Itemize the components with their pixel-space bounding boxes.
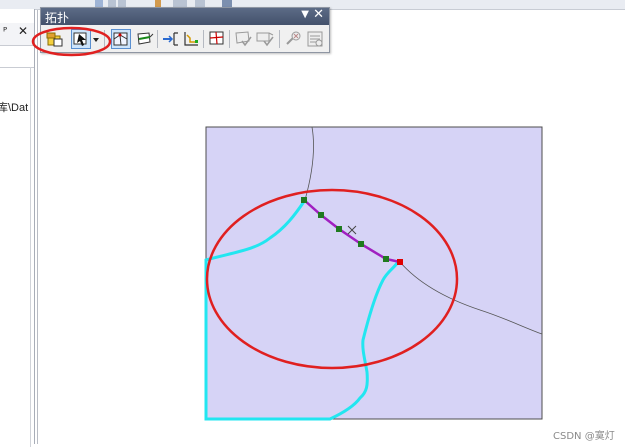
edge-vertex[interactable] — [383, 256, 389, 262]
validate-extent-icon — [235, 31, 252, 47]
map-topology-icon — [113, 32, 128, 46]
edge-vertex[interactable] — [336, 226, 342, 232]
fix-error-icon — [286, 31, 301, 45]
validate-topology-button[interactable] — [255, 29, 275, 49]
align-edge-button[interactable] — [161, 29, 181, 49]
modify-edge-icon — [184, 32, 198, 46]
edge-vertex[interactable] — [301, 197, 307, 203]
modify-edge-button[interactable] — [181, 29, 201, 49]
validate-topology-icon — [256, 32, 274, 47]
show-shared-features-button[interactable] — [135, 29, 155, 49]
map-topology-button[interactable] — [111, 29, 131, 49]
error-inspector-button[interactable] — [305, 29, 325, 49]
annotation-ellipse-toolbar — [31, 26, 112, 57]
construct-features-icon — [209, 31, 224, 45]
toolbar-title-bar[interactable]: 拓扑 ▼ ✕ — [41, 7, 329, 25]
watermark-text: CSDN @寞灯 — [553, 431, 615, 442]
edge-end-vertex[interactable] — [397, 259, 403, 265]
toolbar-options-icon[interactable]: ▼ — [301, 9, 309, 20]
map-canvas[interactable] — [0, 0, 625, 444]
toolbar-separator — [203, 30, 204, 48]
toolbar-separator — [229, 30, 230, 48]
toolbar-close-icon[interactable]: ✕ — [313, 7, 324, 22]
shared-features-icon — [137, 32, 154, 45]
toolbar-separator — [157, 30, 158, 48]
edge-vertex[interactable] — [318, 212, 324, 218]
edge-vertex[interactable] — [358, 241, 364, 247]
fix-topology-error-button[interactable] — [283, 29, 303, 49]
validate-extent-button[interactable] — [233, 29, 253, 49]
construct-features-button[interactable] — [207, 29, 227, 49]
error-inspector-icon — [307, 31, 323, 47]
toolbar-title: 拓扑 — [45, 11, 70, 25]
polygon-feature[interactable] — [205, 126, 543, 420]
align-edge-icon — [163, 32, 178, 46]
toolbar-separator — [279, 30, 280, 48]
